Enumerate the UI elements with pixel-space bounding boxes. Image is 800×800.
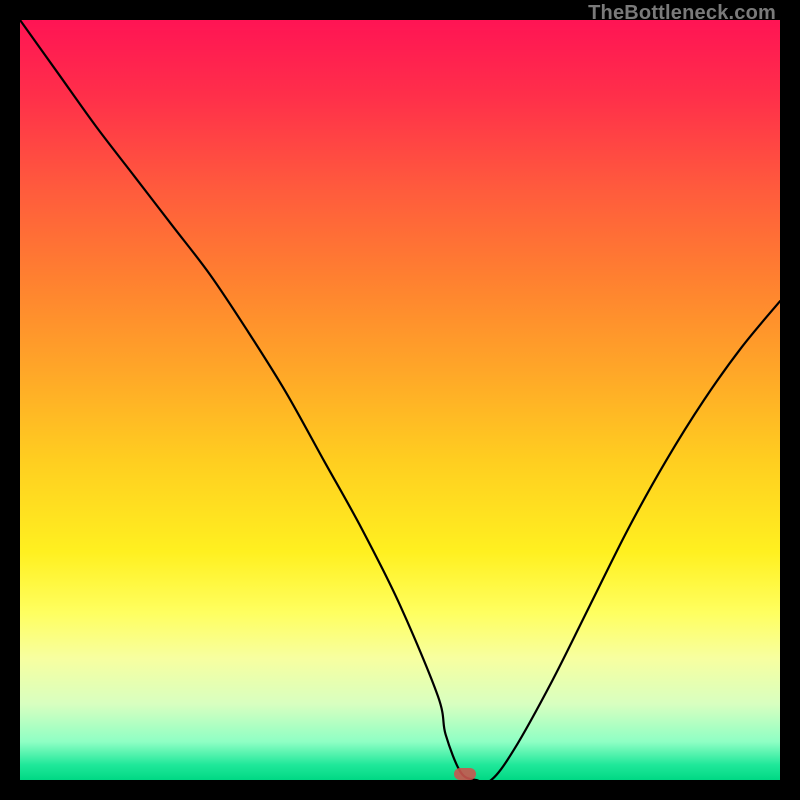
optimal-point-marker <box>454 768 476 780</box>
bottleneck-curve <box>20 20 780 780</box>
plot-area <box>20 20 780 780</box>
chart-container: TheBottleneck.com <box>0 0 800 800</box>
